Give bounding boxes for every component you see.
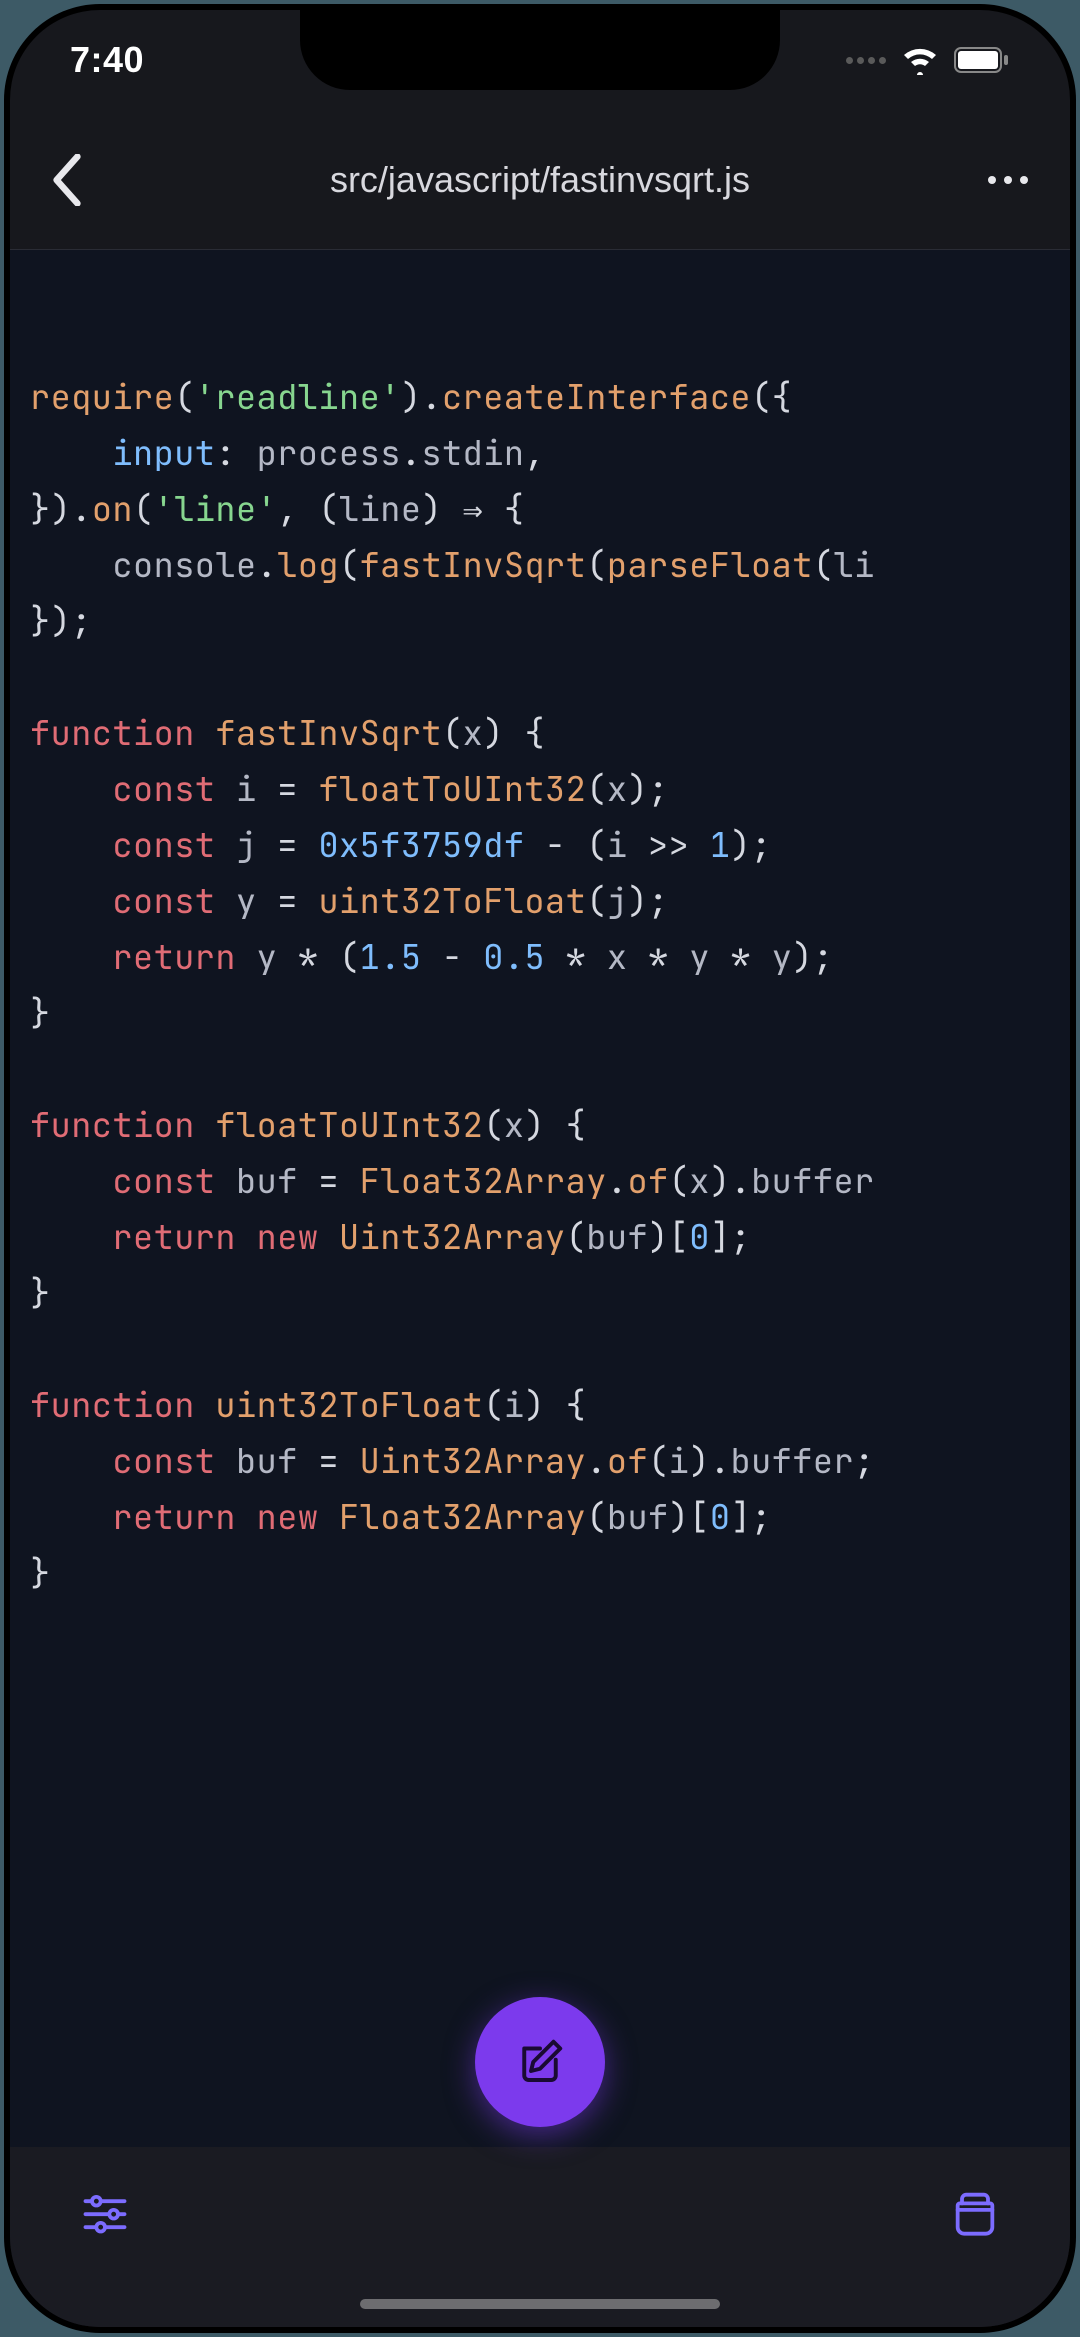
code-line: return new Uint32Array(buf)[0]; xyxy=(30,1210,1050,1266)
code-line: function fastInvSqrt(x) { xyxy=(30,706,1050,762)
code-line xyxy=(30,1322,1050,1378)
code-line xyxy=(30,650,1050,706)
sliders-icon xyxy=(79,2186,131,2238)
battery-icon xyxy=(954,47,1010,73)
home-indicator[interactable] xyxy=(360,2299,720,2309)
code-line: return y * (1.5 - 0.5 * x * y * y); xyxy=(30,930,1050,986)
code-line: function floatToUInt32(x) { xyxy=(30,1098,1050,1154)
code-line: } xyxy=(30,1266,1050,1322)
code-line: const buf = Uint32Array.of(i).buffer; xyxy=(30,1434,1050,1490)
edit-fab-button[interactable] xyxy=(475,1997,605,2127)
device-notch xyxy=(300,10,780,90)
back-button[interactable] xyxy=(50,154,110,206)
code-line xyxy=(30,1042,1050,1098)
wifi-icon xyxy=(900,45,940,75)
file-path-title: src/javascript/fastinvsqrt.js xyxy=(110,159,970,201)
cellular-signal-icon xyxy=(846,57,886,64)
box-archive-icon xyxy=(949,2186,1001,2238)
code-line: require('readline').createInterface({ xyxy=(30,370,1050,426)
code-line: } xyxy=(30,1546,1050,1602)
code-line: const buf = Float32Array.of(x).buffer xyxy=(30,1154,1050,1210)
settings-sliders-button[interactable] xyxy=(70,2177,140,2247)
chevron-left-icon xyxy=(50,154,84,206)
status-time: 7:40 xyxy=(70,39,144,81)
code-line: input: process.stdin, xyxy=(30,426,1050,482)
code-line: return new Float32Array(buf)[0]; xyxy=(30,1490,1050,1546)
code-line: const y = uint32ToFloat(j); xyxy=(30,874,1050,930)
files-tabs-button[interactable] xyxy=(940,2177,1010,2247)
code-line: } xyxy=(30,986,1050,1042)
navigation-bar: src/javascript/fastinvsqrt.js xyxy=(10,110,1070,250)
code-line: console.log(fastInvSqrt(parseFloat(li xyxy=(30,538,1050,594)
more-horizontal-icon xyxy=(986,174,1030,186)
pencil-square-icon xyxy=(513,2035,567,2089)
more-options-button[interactable] xyxy=(970,174,1030,186)
code-line: }).on('line', (line) ⇒ { xyxy=(30,482,1050,538)
code-line: function uint32ToFloat(i) { xyxy=(30,1378,1050,1434)
phone-frame: 7:40 src/javascript/fastinvsqrt.js requi… xyxy=(10,10,1070,2327)
code-editor-viewport[interactable]: require('readline').createInterface({ in… xyxy=(10,250,1070,2147)
code-content: require('readline').createInterface({ in… xyxy=(30,370,1050,1602)
code-line: }); xyxy=(30,594,1050,650)
code-line: const j = 0x5f3759df - (i >> 1); xyxy=(30,818,1050,874)
code-line: const i = floatToUInt32(x); xyxy=(30,762,1050,818)
status-indicators xyxy=(846,45,1010,75)
